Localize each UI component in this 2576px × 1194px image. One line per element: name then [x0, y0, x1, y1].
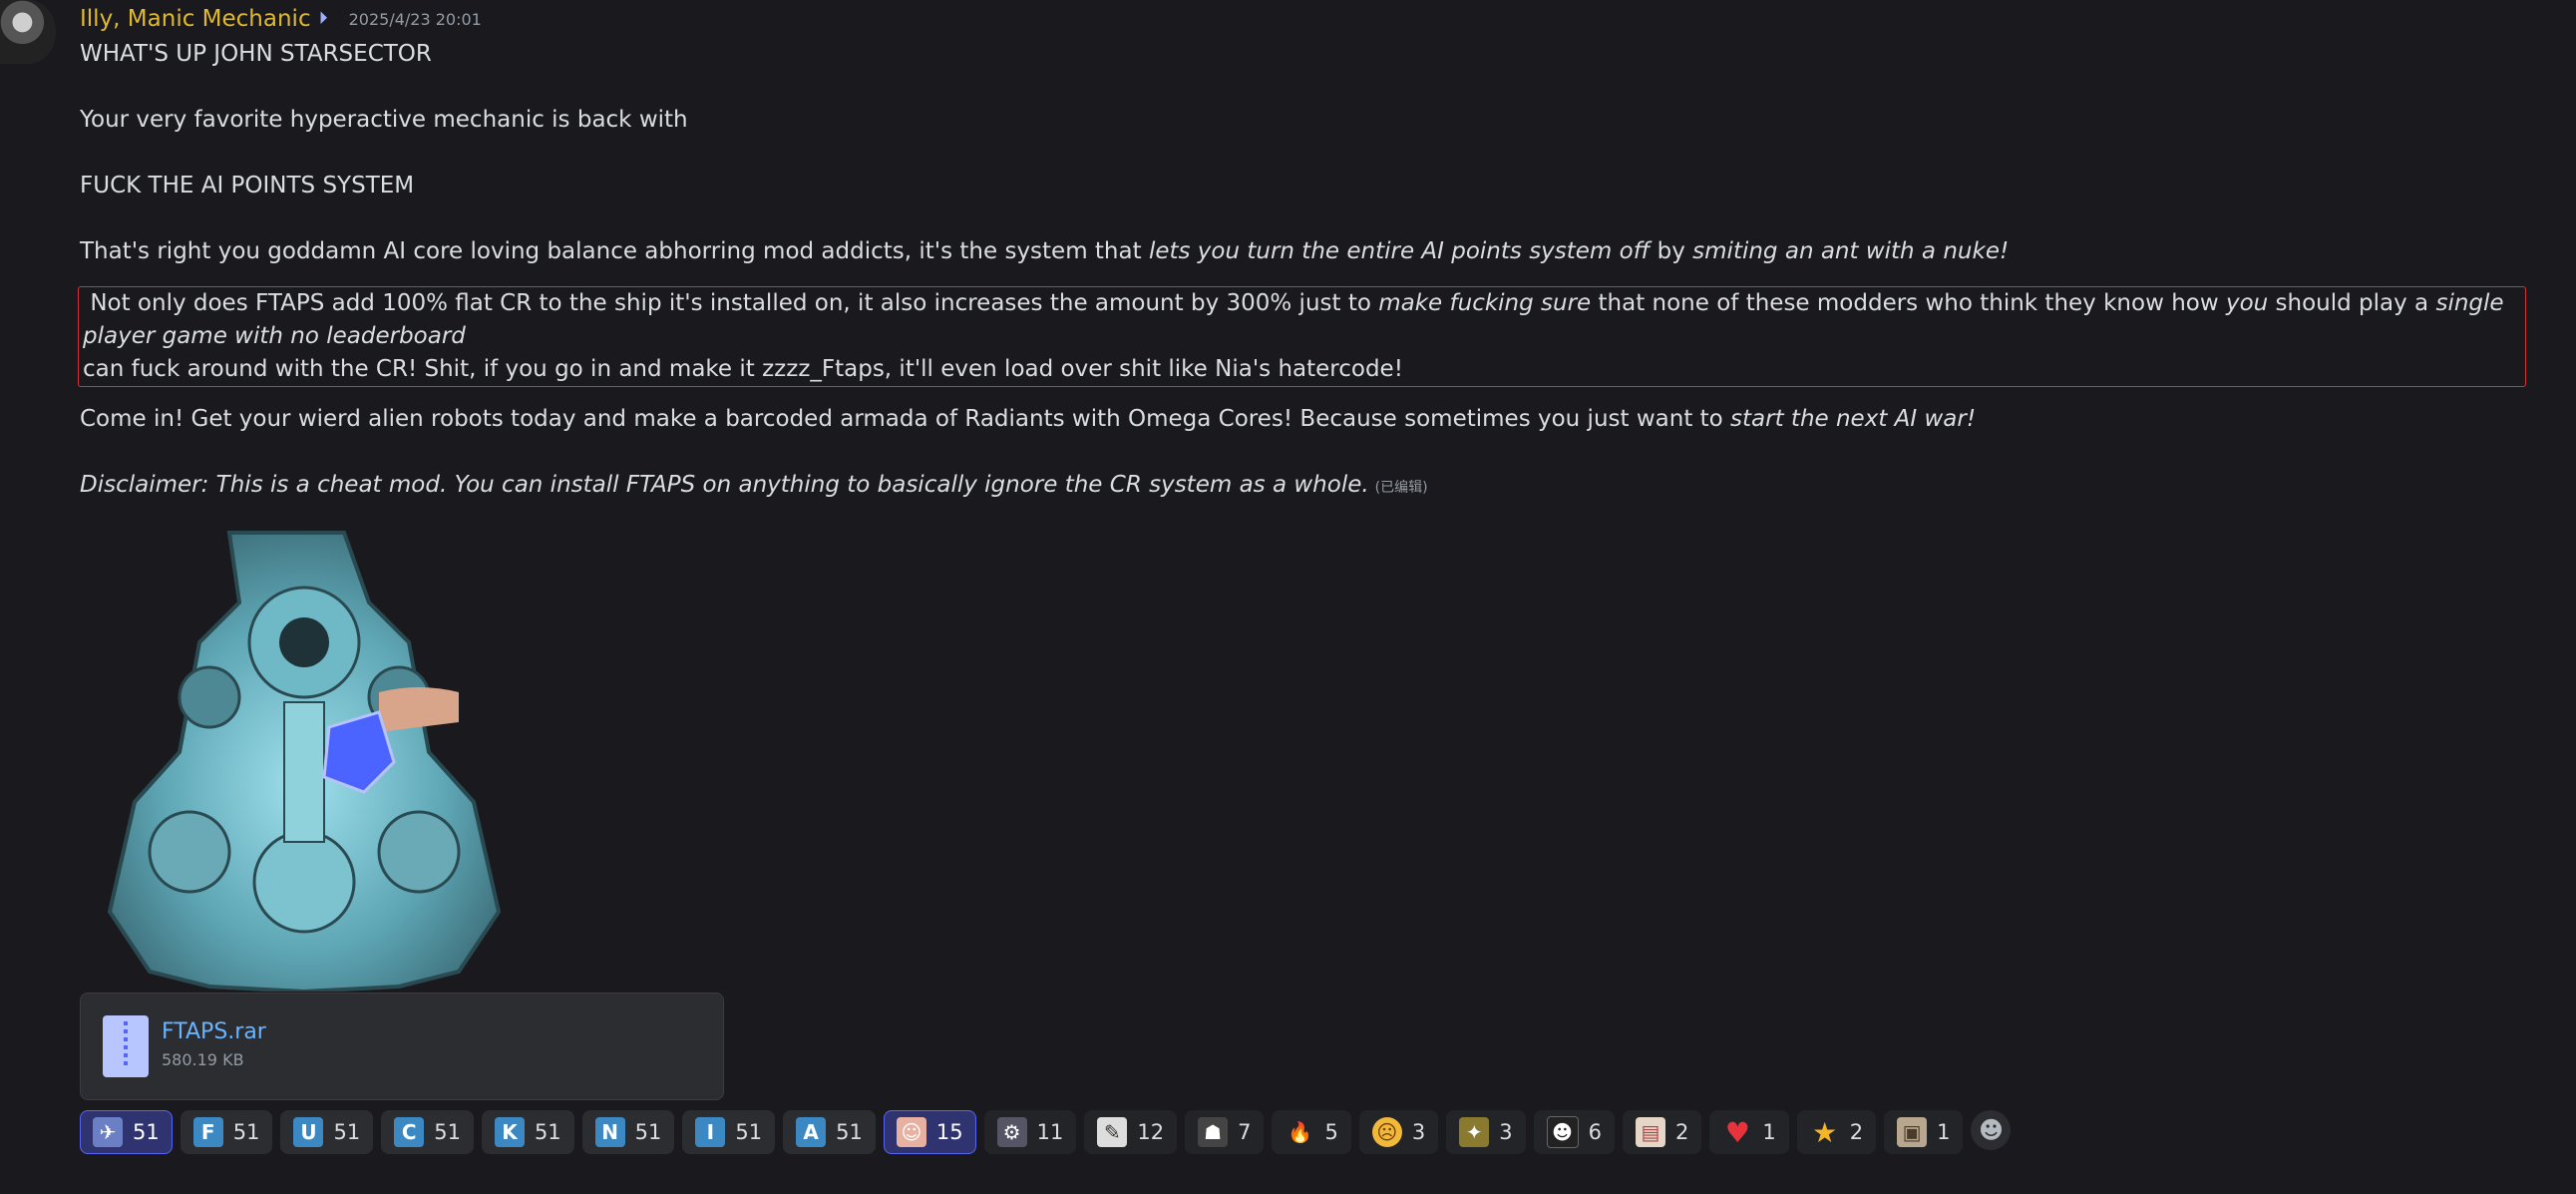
reaction-count: 7 — [1238, 1120, 1252, 1144]
italic-text: make fucking sure — [1378, 290, 1592, 316]
reaction-count: 2 — [1674, 1120, 1689, 1144]
reaction[interactable]: ★ 2 — [1796, 1110, 1877, 1154]
reaction-count: 1 — [1937, 1120, 1951, 1144]
timestamp[interactable]: 2025/4/23 20:01 — [349, 10, 482, 29]
reaction-count: 51 — [434, 1120, 461, 1144]
regional-f-icon: F — [192, 1117, 223, 1147]
reaction[interactable]: 🔥 5 — [1272, 1110, 1351, 1154]
regional-n-icon: N — [594, 1117, 625, 1147]
message-line: That's right you goddamn AI core loving … — [80, 235, 2553, 268]
reaction-bar: ✈ 51 F 51 U 51 C 51 K 51 N 51 I 51 A 51 ☺ 15 ⚙ 11 … — [80, 1110, 2012, 1154]
text-span: Not only does FTAPS add 100% flat CR to … — [83, 290, 1379, 316]
reaction[interactable]: ▣ 1 — [1884, 1110, 1964, 1154]
text-span: Come in! Get your wierd alien robots tod… — [80, 406, 1731, 432]
author-name[interactable]: Illy, Manic Mechanic — [80, 6, 311, 32]
text-span: should play a — [2268, 290, 2436, 316]
message-header: Illy, Manic Mechanic ⏵ 2025/4/23 20:01 — [80, 0, 2553, 38]
reaction-count: 12 — [1137, 1120, 1165, 1144]
portrait-emoji-icon: ☻ — [1546, 1116, 1579, 1148]
reaction-count: 3 — [1499, 1120, 1513, 1144]
regional-k-icon: K — [494, 1117, 525, 1147]
reaction[interactable]: ☗ 7 — [1185, 1110, 1265, 1154]
message: Illy, Manic Mechanic ⏵ 2025/4/23 20:01 W… — [78, 0, 2553, 1154]
spaceship-emoji-icon: ✦ — [1459, 1117, 1490, 1147]
paper-emoji-icon: ▤ — [1635, 1117, 1665, 1147]
reaction-count: 1 — [1762, 1120, 1776, 1144]
reaction[interactable]: ☺ 15 — [883, 1110, 976, 1154]
file-size: 580.19 KB — [162, 1050, 244, 1069]
reaction[interactable]: I 51 — [682, 1110, 776, 1154]
italic-text: you — [2225, 290, 2269, 316]
message-line: WHAT'S UP JOHN STARSECTOR — [80, 41, 432, 67]
reaction-count: 2 — [1849, 1120, 1864, 1144]
regional-c-icon: C — [394, 1117, 425, 1147]
italic-text: lets you turn the entire AI points syste… — [1148, 238, 1651, 264]
fire-emoji-icon: 🔥 — [1288, 1120, 1312, 1144]
anime-girl-emoji-icon: ☺ — [896, 1117, 926, 1147]
reaction-count: 51 — [735, 1120, 763, 1144]
photo-emoji-icon: ▣ — [1897, 1117, 1928, 1147]
reaction-count: 15 — [935, 1120, 963, 1144]
regional-i-icon: I — [695, 1117, 726, 1147]
reaction[interactable]: ☻ 6 — [1533, 1110, 1615, 1154]
reaction-count: 51 — [133, 1120, 160, 1144]
message-line: FUCK THE AI POINTS SYSTEM — [80, 173, 415, 199]
reaction-count: 51 — [634, 1120, 662, 1144]
reaction[interactable]: ☹ 3 — [1358, 1110, 1439, 1154]
reaction[interactable]: ✦ 3 — [1446, 1110, 1526, 1154]
file-attachment[interactable]: FTAPS.rar 580.19 KB — [80, 993, 724, 1100]
reaction-count: 51 — [232, 1120, 260, 1144]
text-span: that none of these modders who think the… — [1591, 290, 2226, 316]
message-line: Disclaimer: This is a cheat mod. You can… — [80, 469, 2553, 505]
reaction-count: 3 — [1411, 1120, 1426, 1144]
star-emoji-icon: ★ — [1812, 1115, 1838, 1149]
reaction[interactable]: N 51 — [581, 1110, 675, 1154]
reaction[interactable]: ⚙ 11 — [983, 1110, 1077, 1154]
reaction-count: 51 — [534, 1120, 561, 1144]
edited-label: (已编辑) — [1374, 480, 1428, 496]
message-line: Not only does FTAPS add 100% flat CR to … — [83, 287, 2507, 353]
italic-text: smiting an ant with a nuke! — [1692, 238, 2010, 264]
reaction-count: 5 — [1324, 1120, 1338, 1144]
archive-file-icon — [103, 1015, 149, 1077]
ship-image[interactable] — [80, 523, 529, 995]
regional-a-icon: A — [796, 1117, 827, 1147]
reaction[interactable]: ✎ 12 — [1084, 1110, 1178, 1154]
reaction[interactable]: A 51 — [783, 1110, 876, 1154]
add-reaction-icon[interactable]: ☻ — [1971, 1110, 2012, 1150]
reaction[interactable]: F 51 — [180, 1110, 273, 1154]
text-span: That's right you goddamn AI core loving … — [80, 238, 1149, 264]
message-line: can fuck around with the CR! Shit, if yo… — [83, 356, 1403, 382]
reaction[interactable]: ✈ 51 — [80, 1110, 173, 1154]
reaction[interactable]: U 51 — [280, 1110, 374, 1154]
reaction[interactable]: ▤ 2 — [1622, 1110, 1702, 1154]
reaction-count: 6 — [1588, 1120, 1602, 1144]
italic-text: Disclaimer: This is a cheat mod. You can… — [80, 472, 1369, 498]
heart-emoji-icon: ♥ — [1724, 1115, 1750, 1149]
ship-illustration — [107, 531, 502, 995]
face-emoji-icon: ☹ — [1371, 1117, 1402, 1147]
reaction[interactable]: K 51 — [481, 1110, 574, 1154]
ship-emoji-icon: ✈ — [93, 1117, 123, 1147]
avatar[interactable] — [0, 0, 56, 64]
highlighted-paragraph: Not only does FTAPS add 100% flat CR to … — [78, 286, 2526, 387]
reaction-count: 11 — [1036, 1120, 1064, 1144]
message-line: Your very favorite hyperactive mechanic … — [80, 107, 688, 133]
sketch-emoji-icon: ✎ — [1097, 1117, 1128, 1147]
message-line: Come in! Get your wierd alien robots tod… — [80, 403, 2553, 436]
figure-emoji-icon: ☗ — [1198, 1117, 1229, 1147]
file-name-link[interactable]: FTAPS.rar — [162, 1019, 266, 1044]
mech-emoji-icon: ⚙ — [996, 1117, 1027, 1147]
reaction[interactable]: ♥ 1 — [1709, 1110, 1789, 1154]
regional-u-icon: U — [293, 1117, 324, 1147]
reaction-count: 51 — [836, 1120, 863, 1144]
italic-text: start the next AI war! — [1730, 406, 1977, 432]
role-icon: ⏵ — [318, 8, 328, 29]
reaction-count: 51 — [333, 1120, 361, 1144]
reaction[interactable]: C 51 — [381, 1110, 474, 1154]
text-span: by — [1650, 238, 1693, 264]
